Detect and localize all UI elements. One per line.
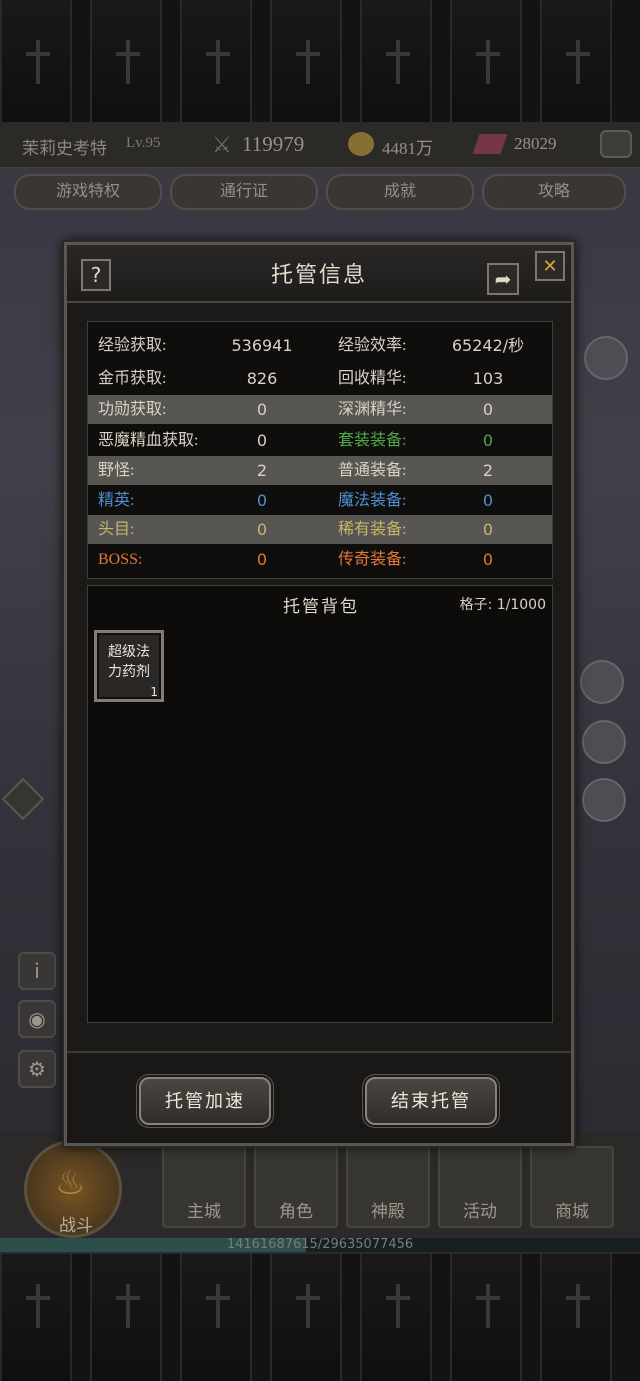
- stat-label: 金币获取:: [98, 370, 167, 387]
- stat-value: 2: [482, 461, 494, 480]
- stat-label: 套装装备:: [338, 432, 407, 449]
- auto-battle-info-dialog: ? 托管信息 ➦ ✕ 经验获取: 536941 经验效率: 65242/秒 金币…: [64, 242, 574, 1146]
- stat-label: 野怪:: [98, 462, 135, 479]
- top-gothic-frame: [0, 0, 640, 122]
- stat-row: 金币获取: 826 回收精华: 103: [88, 364, 552, 393]
- stat-value: 0: [482, 491, 494, 510]
- auto-battle-bag: 托管背包 格子: 1/1000 超级法力药剂 1: [87, 585, 553, 1023]
- share-arrow-icon[interactable]: ➦: [487, 263, 519, 295]
- stat-value: 103: [472, 369, 504, 388]
- stat-value: 0: [256, 431, 268, 450]
- stat-value: 0: [482, 431, 494, 450]
- stat-label: 经验效率:: [338, 337, 407, 354]
- stat-label: 魔法装备:: [338, 492, 407, 509]
- stat-label: 稀有装备:: [338, 521, 407, 538]
- bag-item-slot[interactable]: 超级法力药剂 1: [94, 630, 164, 702]
- dialog-footer: 托管加速 结束托管: [67, 1051, 571, 1143]
- stat-value: 536941: [231, 336, 293, 355]
- stat-value: 0: [256, 520, 268, 539]
- bottom-gothic-frame: [0, 1254, 640, 1381]
- stat-value: 2: [256, 461, 268, 480]
- item-name: 超级法力药剂: [108, 645, 150, 680]
- stat-label: BOSS:: [98, 551, 143, 568]
- bag-slot-count: 格子: 1/1000: [459, 597, 546, 613]
- stat-value: 826: [246, 369, 278, 388]
- stat-label: 恶魔精血获取:: [98, 432, 199, 449]
- stat-row: 野怪: 2 普通装备: 2: [88, 456, 552, 485]
- close-button[interactable]: ✕: [535, 251, 565, 281]
- stat-label: 深渊精华:: [338, 401, 407, 418]
- stat-row: 恶魔精血获取: 0 套装装备: 0: [88, 426, 552, 455]
- stat-label: 回收精华:: [338, 370, 407, 387]
- stat-value: 0: [482, 400, 494, 419]
- item-quantity: 1: [150, 685, 158, 699]
- stat-label: 精英:: [98, 492, 135, 509]
- stat-value: 65242/秒: [451, 336, 525, 355]
- stat-label: 普通装备:: [338, 462, 407, 479]
- stat-row: 功勋获取: 0 深渊精华: 0: [88, 395, 552, 424]
- dialog-header: ? 托管信息 ➦ ✕: [67, 245, 571, 303]
- stat-value: 0: [256, 400, 268, 419]
- stat-value: 0: [256, 550, 268, 569]
- stat-row: BOSS: 0 传奇装备: 0: [88, 545, 552, 574]
- stat-row: 头目: 0 稀有装备: 0: [88, 515, 552, 544]
- stat-row: 经验获取: 536941 经验效率: 65242/秒: [88, 331, 552, 360]
- speed-up-button[interactable]: 托管加速: [139, 1077, 271, 1125]
- end-auto-battle-button[interactable]: 结束托管: [365, 1077, 497, 1125]
- stat-label: 经验获取:: [98, 337, 167, 354]
- stat-value: 0: [256, 491, 268, 510]
- stat-label: 头目:: [98, 521, 135, 538]
- stat-value: 0: [482, 550, 494, 569]
- stat-label: 传奇装备:: [338, 551, 407, 568]
- stat-row: 精英: 0 魔法装备: 0: [88, 486, 552, 515]
- stat-value: 0: [482, 520, 494, 539]
- stats-panel: 经验获取: 536941 经验效率: 65242/秒 金币获取: 826 回收精…: [87, 321, 553, 579]
- stat-label: 功勋获取:: [98, 401, 167, 418]
